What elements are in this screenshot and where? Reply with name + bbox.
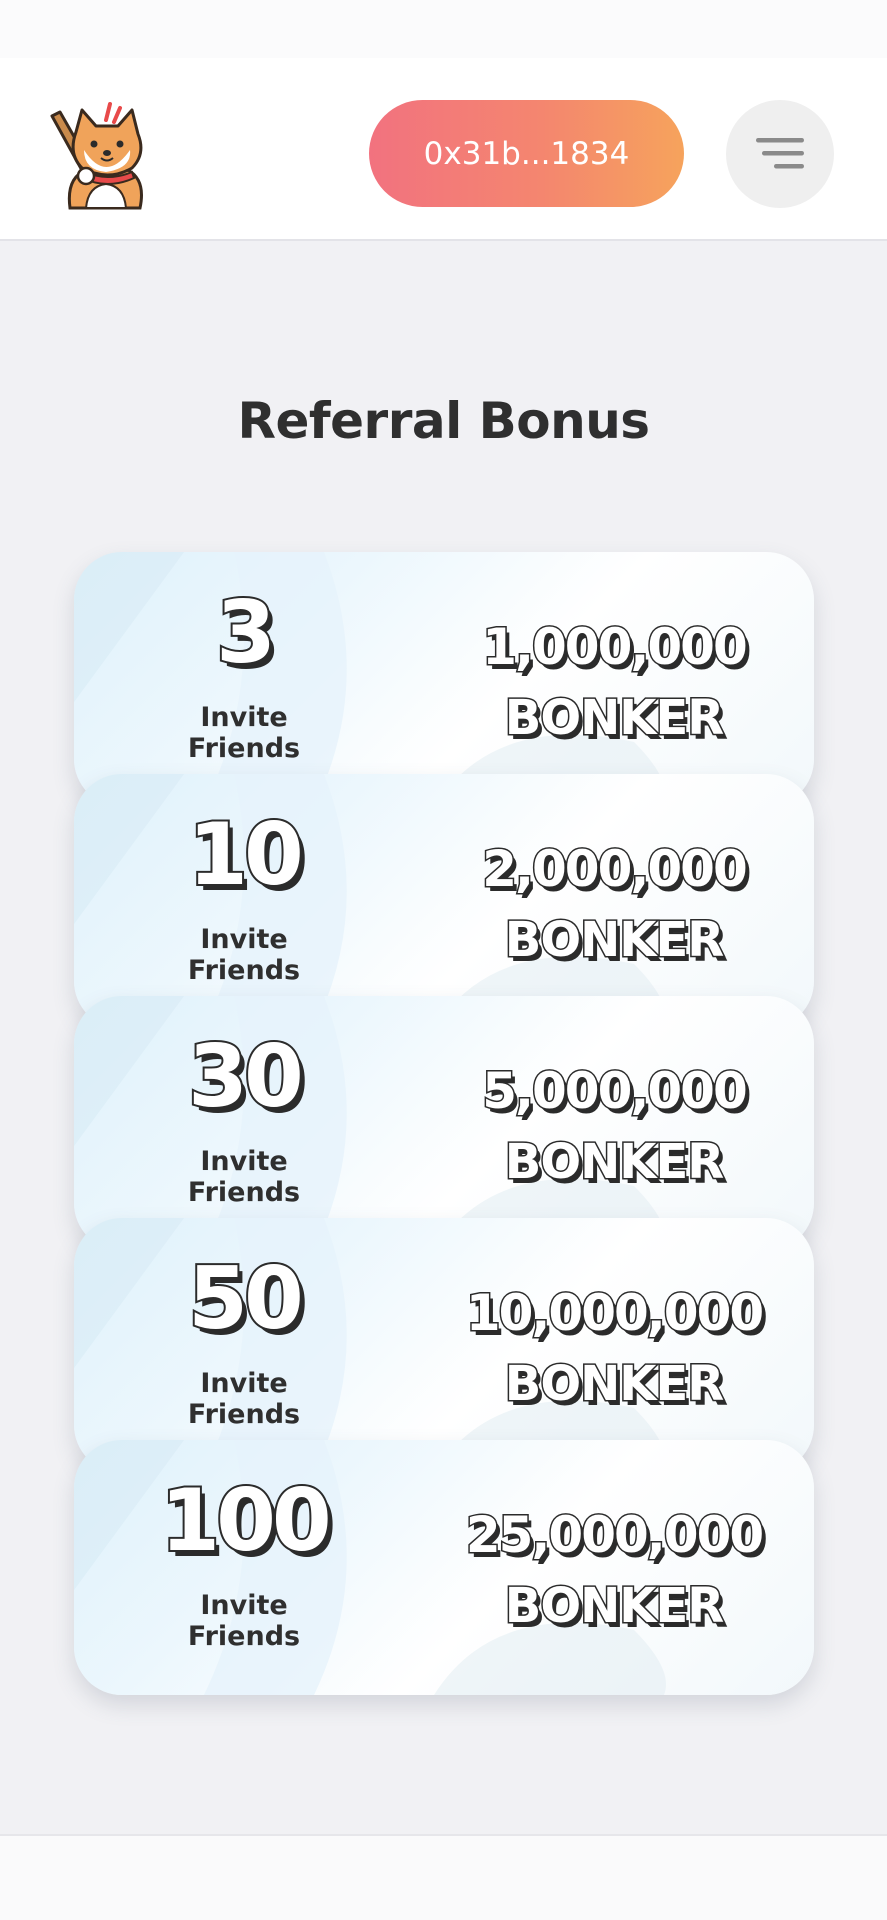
referral-tier-card: 10 Invite Friends 2,000,000 BONKER [74,774,814,1029]
invite-friends-label: Invite Friends [74,702,414,764]
referral-tier-card: 30 Invite Friends 5,000,000 BONKER [74,996,814,1251]
invite-count: 100 [158,1471,334,1571]
wallet-address-button[interactable]: 0x31b...1834 [369,100,684,207]
reward-amount: 10,000,000 [464,1284,765,1342]
referral-tier-card: 100 Invite Friends 25,000,000 BONKER [74,1440,814,1695]
menu-icon [756,138,804,169]
invite-count: 50 [186,1249,306,1349]
invite-count: 10 [186,805,306,905]
reward-amount: 5,000,000 [481,1062,750,1120]
reward-token: BONKER [503,912,726,968]
invite-friends-label: Invite Friends [74,924,414,986]
reward-token: BONKER [503,1578,726,1634]
invite-label-line2: Friends [187,1621,301,1652]
reward-amount: 1,000,000 [481,618,750,676]
status-strip [0,0,887,58]
invite-label-line2: Friends [187,1399,301,1430]
invite-friends-label: Invite Friends [74,1146,414,1208]
referral-tier-card: 50 Invite Friends 10,000,000 BONKER [74,1218,814,1473]
invite-count: 3 [214,583,278,683]
invite-friends-label: Invite Friends [74,1590,414,1652]
invite-label-line1: Invite [200,1590,288,1621]
menu-button[interactable] [726,100,834,208]
referral-tier-card: 3 Invite Friends 1,000,000 BONKER [74,552,814,807]
bottom-bar [0,1834,887,1920]
reward-token: BONKER [503,690,726,746]
invite-label-line1: Invite [200,924,288,955]
reward-amount: 25,000,000 [464,1506,765,1564]
invite-count: 30 [186,1027,306,1127]
invite-label-line1: Invite [200,1368,288,1399]
invite-label-line2: Friends [187,955,301,986]
page-title: Referral Bonus [237,392,650,450]
invite-label-line1: Invite [200,702,288,733]
shiba-mascot-logo-icon[interactable] [48,98,158,210]
invite-label-line1: Invite [200,1146,288,1177]
invite-label-line2: Friends [187,1177,301,1208]
app-header: 0x31b...1834 [0,58,887,241]
reward-token: BONKER [503,1134,726,1190]
reward-token: BONKER [503,1356,726,1412]
invite-label-line2: Friends [187,733,301,764]
invite-friends-label: Invite Friends [74,1368,414,1430]
reward-amount: 2,000,000 [481,840,750,898]
